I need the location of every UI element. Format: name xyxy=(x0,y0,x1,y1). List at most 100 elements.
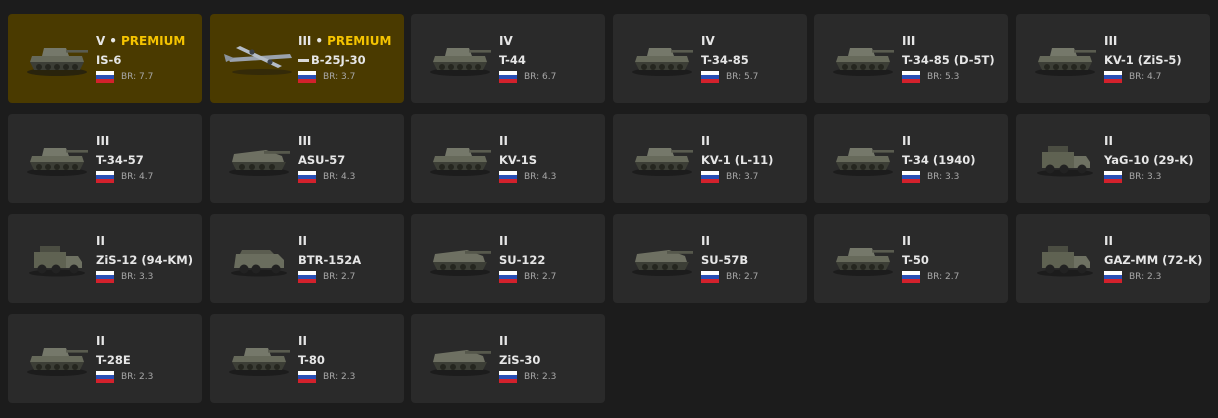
vehicle-name-row: KV-1 (ZiS-5) xyxy=(1104,53,1204,68)
name-marker-icon xyxy=(298,59,309,62)
vehicle-tier: II xyxy=(902,234,1002,249)
premium-label: PREMIUM xyxy=(120,34,186,48)
battle-rating: BR: 4.3 xyxy=(524,172,557,182)
battle-rating: BR: 2.7 xyxy=(927,272,960,282)
vehicle-card[interactable]: II T-80 BR: 2.3 xyxy=(210,314,404,403)
battle-rating: BR: 2.3 xyxy=(121,372,154,382)
vehicle-name: IS-6 xyxy=(96,53,122,67)
tank-icon xyxy=(20,136,94,178)
vehicle-card[interactable]: III T-34-57 BR: 4.7 xyxy=(8,114,202,203)
vehicle-tier: II xyxy=(298,234,398,249)
vehicle-name: KV-1S xyxy=(499,153,538,167)
vehicle-card[interactable]: II KV-1S BR: 4.3 xyxy=(411,114,605,203)
vehicle-tier: II xyxy=(96,334,196,349)
premium-label: PREMIUM xyxy=(327,34,392,48)
vehicle-card[interactable]: IV T-34-85 BR: 5.7 xyxy=(613,14,807,103)
tier-separator: • xyxy=(109,34,117,48)
battle-rating: BR: 5.3 xyxy=(927,72,960,82)
tank-icon xyxy=(423,136,497,178)
ussr-flag-icon xyxy=(499,171,517,183)
vehicle-name-row: YaG-10 (29-K) xyxy=(1104,153,1204,168)
vehicle-name: YaG-10 (29-K) xyxy=(1104,153,1194,167)
vehicle-name: T-28E xyxy=(96,353,131,367)
vehicle-tier: II xyxy=(499,334,599,349)
vehicle-card[interactable]: II T-28E BR: 2.3 xyxy=(8,314,202,403)
ussr-flag-icon xyxy=(298,271,316,283)
vehicle-name-row: BTR-152A xyxy=(298,253,398,268)
vehicle-card[interactable]: II BTR-152A BR: 2.7 xyxy=(210,214,404,303)
vehicle-card[interactable]: II SU-122 BR: 2.7 xyxy=(411,214,605,303)
vehicle-name: T-50 xyxy=(902,253,929,267)
vehicle-card[interactable]: II ZiS-30 BR: 2.3 xyxy=(411,314,605,403)
vehicle-card[interactable]: II GAZ-MM (72-K) BR: 2.3 xyxy=(1016,214,1210,303)
vehicle-name: ZiS-30 xyxy=(499,353,541,367)
vehicle-card[interactable]: II SU-57B BR: 2.7 xyxy=(613,214,807,303)
battle-rating: BR: 5.7 xyxy=(726,72,759,82)
tank-destroyer-icon xyxy=(423,236,497,278)
battle-rating: BR: 2.3 xyxy=(1129,272,1162,282)
tier-label: II xyxy=(902,234,911,248)
ussr-flag-icon xyxy=(499,371,517,383)
vehicle-card[interactable]: III ASU-57 BR: 4.3 xyxy=(210,114,404,203)
vehicle-card[interactable]: III • PREMIUM B-25J-30 BR: 3.7 xyxy=(210,14,404,103)
vehicle-name-row: T-44 xyxy=(499,53,599,68)
tank-destroyer-icon xyxy=(222,136,296,178)
vehicle-name: SU-122 xyxy=(499,253,546,267)
vehicle-name-row: SU-57B xyxy=(701,253,801,268)
vehicle-card[interactable]: IV T-44 BR: 6.7 xyxy=(411,14,605,103)
battle-rating: BR: 4.7 xyxy=(1129,72,1162,82)
tier-label: II xyxy=(96,334,105,348)
tier-label: II xyxy=(902,134,911,148)
vehicle-tier: IV xyxy=(499,34,599,49)
ussr-flag-icon xyxy=(298,71,316,83)
tier-label: II xyxy=(499,234,508,248)
vehicle-name: T-80 xyxy=(298,353,325,367)
battle-rating: BR: 3.3 xyxy=(121,272,154,282)
ussr-flag-icon xyxy=(1104,171,1122,183)
tank-icon xyxy=(826,36,900,78)
tank-icon xyxy=(826,136,900,178)
vehicle-name: BTR-152A xyxy=(298,253,362,267)
vehicle-card[interactable]: V • PREMIUM IS-6 BR: 7.7 xyxy=(8,14,202,103)
vehicle-card[interactable]: III T-34-85 (D-5T) BR: 5.3 xyxy=(814,14,1008,103)
ussr-flag-icon xyxy=(298,171,316,183)
tank-icon xyxy=(1028,36,1102,78)
vehicle-card[interactable]: II KV-1 (L-11) BR: 3.7 xyxy=(613,114,807,203)
ussr-flag-icon xyxy=(96,371,114,383)
ussr-flag-icon xyxy=(1104,71,1122,83)
tier-label: II xyxy=(298,234,307,248)
vehicle-card[interactable]: II T-34 (1940) BR: 3.3 xyxy=(814,114,1008,203)
vehicle-name-row: KV-1 (L-11) xyxy=(701,153,801,168)
vehicle-name: T-34 (1940) xyxy=(902,153,976,167)
tier-label: III xyxy=(1104,34,1118,48)
vehicle-name: KV-1 (ZiS-5) xyxy=(1104,53,1182,67)
vehicle-card[interactable]: II YaG-10 (29-K) BR: 3.3 xyxy=(1016,114,1210,203)
vehicle-name-row: GAZ-MM (72-K) xyxy=(1104,253,1204,268)
tier-label: V xyxy=(96,34,106,48)
vehicle-name-row: T-34 (1940) xyxy=(902,153,1002,168)
vehicle-tier: II xyxy=(298,334,398,349)
battle-rating: BR: 2.3 xyxy=(524,372,557,382)
vehicle-tier: II xyxy=(701,234,801,249)
vehicle-name-row: T-34-85 xyxy=(701,53,801,68)
vehicle-card[interactable]: II T-50 BR: 2.7 xyxy=(814,214,1008,303)
tank-icon xyxy=(625,136,699,178)
vehicle-tier: II xyxy=(1104,134,1204,149)
battle-rating: BR: 3.3 xyxy=(1129,172,1162,182)
battle-rating: BR: 4.3 xyxy=(323,172,356,182)
tank-icon xyxy=(826,236,900,278)
ussr-flag-icon xyxy=(96,171,114,183)
ussr-flag-icon xyxy=(902,71,920,83)
tier-label: II xyxy=(298,334,307,348)
vehicle-card[interactable]: III KV-1 (ZiS-5) BR: 4.7 xyxy=(1016,14,1210,103)
vehicle-name: GAZ-MM (72-K) xyxy=(1104,253,1203,267)
ussr-flag-icon xyxy=(1104,271,1122,283)
vehicle-tier: III xyxy=(96,134,196,149)
vehicle-card[interactable]: II ZiS-12 (94-KM) BR: 3.3 xyxy=(8,214,202,303)
vehicle-name-row: ZiS-30 xyxy=(499,353,599,368)
vehicle-name: SU-57B xyxy=(701,253,749,267)
tier-label: II xyxy=(96,234,105,248)
tier-label: IV xyxy=(499,34,513,48)
vehicle-tier: II xyxy=(1104,234,1204,249)
battle-rating: BR: 2.3 xyxy=(323,372,356,382)
